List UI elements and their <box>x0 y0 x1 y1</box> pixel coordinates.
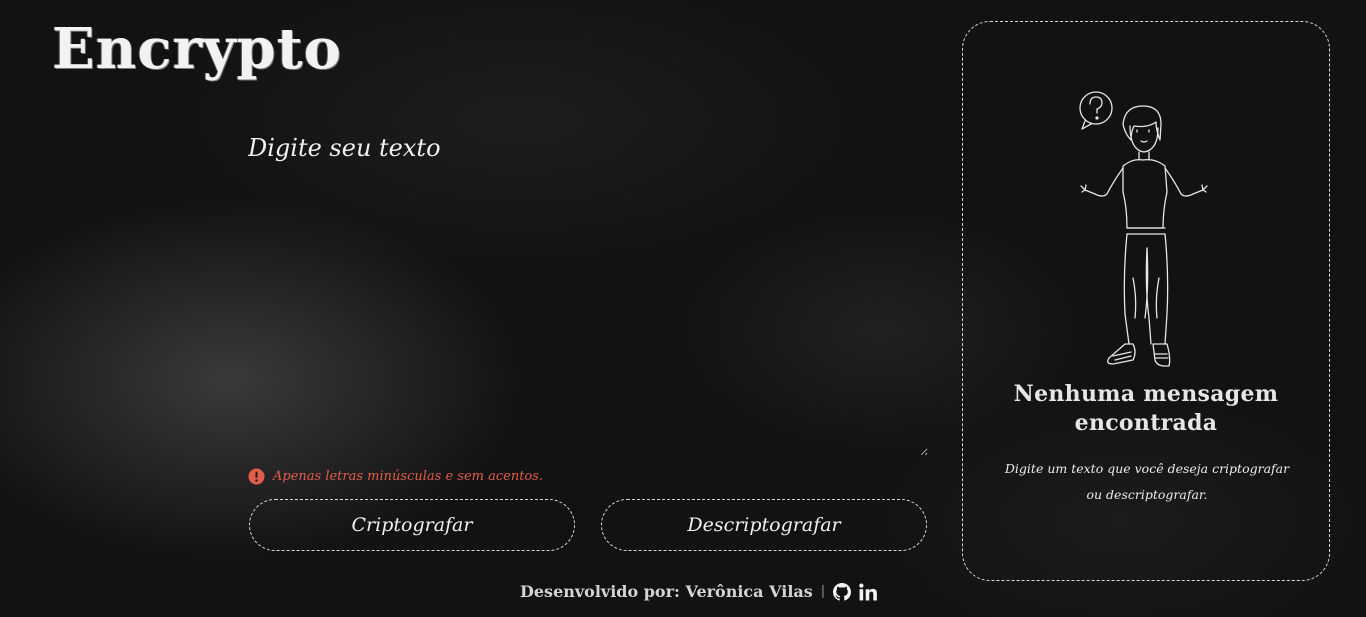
decrypt-button[interactable]: Descriptografar <box>601 499 927 551</box>
github-icon[interactable] <box>833 582 852 601</box>
footer-separator: | <box>820 584 826 599</box>
footer-credit: Desenvolvido por: Verônica Vilas <box>520 582 813 601</box>
empty-state-description: Digite um texto que você deseja criptogr… <box>1004 461 1290 502</box>
warning-text: Apenas letras minúsculas e sem acentos. <box>273 469 544 484</box>
encrypt-button[interactable]: Criptografar <box>249 499 575 551</box>
message-input[interactable] <box>248 134 928 456</box>
confused-person-illustration <box>1079 91 1208 367</box>
exclamation-circle-icon <box>248 468 265 485</box>
footer: Desenvolvido por: Verônica Vilas | <box>520 582 878 601</box>
empty-state-title: Nenhuma mensagem encontrada <box>1013 381 1279 436</box>
result-panel: Nenhuma mensagem encontrada Digite um te… <box>962 21 1330 581</box>
logo: Encrypto <box>52 16 342 82</box>
linkedin-icon[interactable] <box>859 582 878 601</box>
input-warning: Apenas letras minúsculas e sem acentos. <box>248 468 543 485</box>
